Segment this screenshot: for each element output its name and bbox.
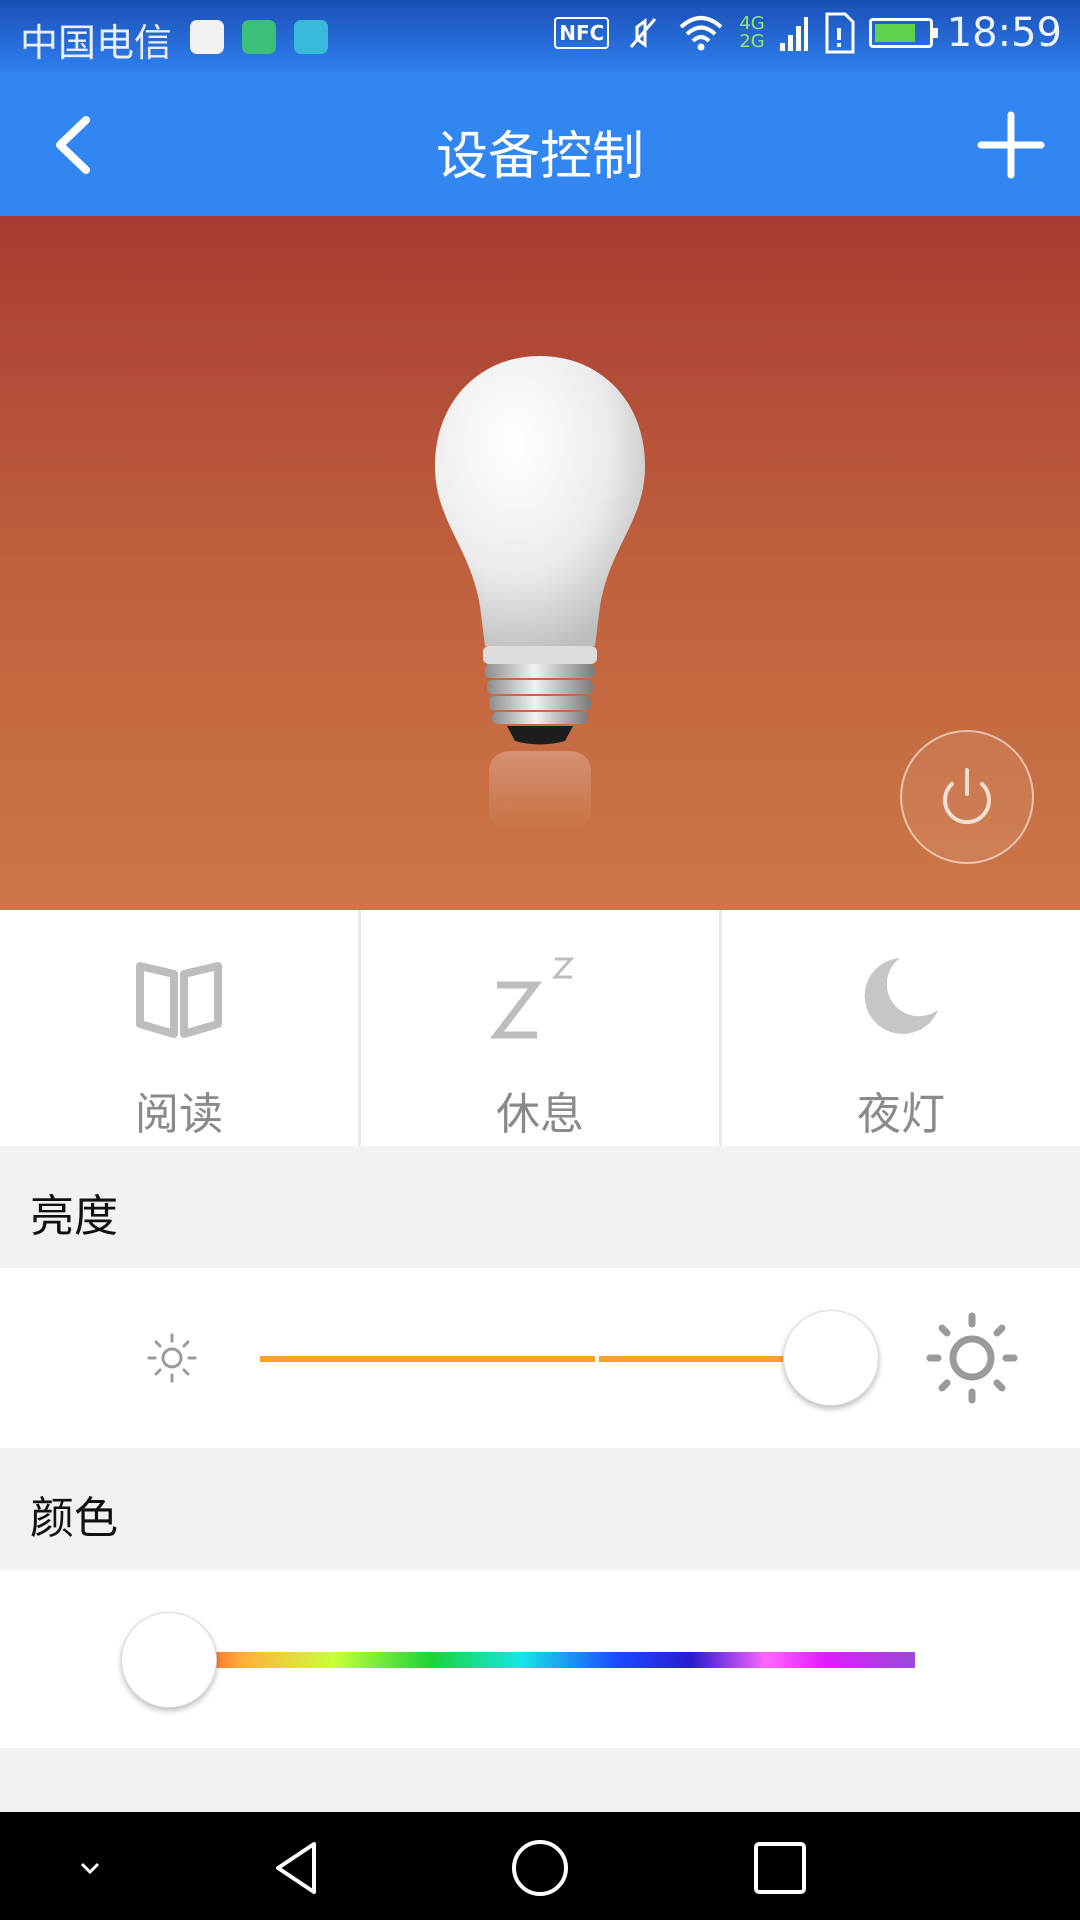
notification-icons bbox=[190, 20, 328, 54]
nav-back-button[interactable] bbox=[266, 1836, 330, 1900]
recents-square-icon bbox=[754, 1842, 806, 1894]
mode-night-light-label: 夜灯 bbox=[857, 1089, 945, 1140]
track-divider bbox=[595, 1356, 599, 1362]
mode-reading-label: 阅读 bbox=[135, 1089, 223, 1140]
sun-small-icon bbox=[147, 1333, 197, 1383]
status-bar: 中国电信 NFC 4G 2G 18:59 bbox=[0, 0, 1080, 72]
add-device-button[interactable] bbox=[976, 110, 1046, 180]
nav-home-button[interactable] bbox=[508, 1836, 572, 1900]
sun-large-icon bbox=[926, 1312, 1018, 1404]
wifi-icon bbox=[679, 16, 723, 51]
carrier-label: 中国电信 bbox=[20, 21, 173, 65]
color-slider-thumb[interactable] bbox=[121, 1612, 217, 1708]
device-preview bbox=[0, 216, 1080, 910]
brightness-slider-track[interactable] bbox=[260, 1356, 830, 1362]
clock: 18:59 bbox=[946, 10, 1062, 56]
brightness-title: 亮度 bbox=[30, 1191, 118, 1242]
bag-notification-icon bbox=[242, 20, 276, 54]
scene-modes: 阅读 休息 夜灯 bbox=[0, 910, 1080, 1146]
light-bulb-image bbox=[435, 356, 645, 831]
brightness-control bbox=[0, 1268, 1080, 1448]
android-notification-icon bbox=[294, 20, 328, 54]
mode-reading[interactable]: 阅读 bbox=[0, 910, 358, 1146]
sim-icon bbox=[825, 12, 855, 54]
chevron-down-icon bbox=[80, 1862, 100, 1875]
mode-night-light[interactable]: 夜灯 bbox=[722, 910, 1080, 1146]
mute-icon bbox=[630, 18, 657, 48]
color-control bbox=[0, 1570, 1080, 1748]
moon-icon bbox=[846, 940, 956, 1050]
mode-rest-label: 休息 bbox=[496, 1089, 584, 1140]
hide-nav-button[interactable] bbox=[58, 1836, 122, 1900]
book-icon bbox=[124, 940, 234, 1050]
power-button[interactable] bbox=[900, 730, 1034, 864]
brightness-section-header: 亮度 bbox=[0, 1146, 1080, 1266]
app-notification-icon bbox=[190, 20, 224, 54]
color-slider-track[interactable] bbox=[170, 1652, 915, 1668]
app-bar: 设备控制 bbox=[0, 72, 1080, 216]
color-title: 颜色 bbox=[30, 1493, 118, 1544]
color-section-header: 颜色 bbox=[0, 1448, 1080, 1568]
brightness-slider-thumb[interactable] bbox=[783, 1310, 879, 1406]
plus-icon bbox=[977, 111, 1045, 179]
status-icons: NFC 4G 2G 18:59 bbox=[554, 10, 1062, 56]
back-triangle-icon bbox=[276, 1842, 316, 1894]
power-icon bbox=[943, 768, 991, 825]
signal-icon bbox=[779, 17, 808, 51]
home-circle-icon bbox=[512, 1840, 568, 1896]
network-2g-label: 2G bbox=[739, 31, 765, 52]
mode-rest[interactable]: 休息 bbox=[361, 910, 719, 1146]
nfc-icon: NFC bbox=[554, 17, 610, 49]
system-nav-bar bbox=[0, 1812, 1080, 1920]
nav-recents-button[interactable] bbox=[748, 1836, 812, 1900]
page-title: 设备控制 bbox=[435, 127, 644, 187]
sleep-zz-icon bbox=[485, 940, 595, 1050]
battery-icon bbox=[868, 18, 938, 48]
network-type: 4G 2G bbox=[739, 15, 764, 51]
